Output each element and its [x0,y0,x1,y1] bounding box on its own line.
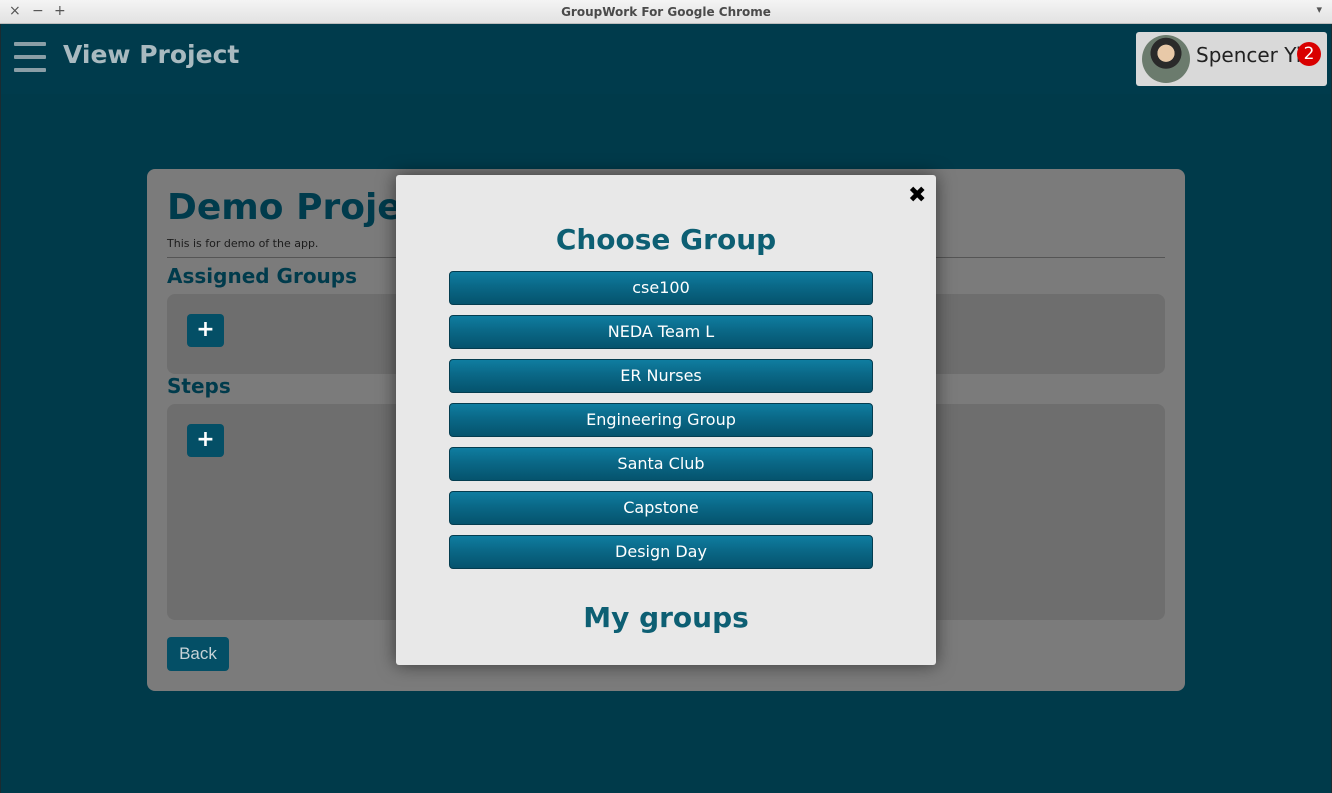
app-header: View Project Spencer Yi 2 [1,24,1331,94]
assigned-groups-heading: Assigned Groups [167,264,358,288]
window-title: GroupWork For Google Chrome [561,5,771,19]
window-titlebar: × − + GroupWork For Google Chrome ▾ [0,0,1332,24]
group-button-er-nurses[interactable]: ER Nurses [449,359,873,393]
group-button-cse100[interactable]: cse100 [449,271,873,305]
project-description: This is for demo of the app. [167,237,319,250]
avatar [1142,35,1190,83]
hamburger-menu-icon[interactable] [14,42,46,72]
user-menu[interactable]: Spencer Yi 2 [1136,32,1327,86]
my-groups-heading: My groups [583,601,749,634]
group-button-neda-team-l[interactable]: NEDA Team L [449,315,873,349]
page-title: View Project [63,40,240,69]
back-button[interactable]: Back [167,637,229,671]
window-frame-left [0,24,1,793]
group-button-design-day[interactable]: Design Day [449,535,873,569]
group-button-engineering-group[interactable]: Engineering Group [449,403,873,437]
close-icon[interactable]: ✖ [908,184,926,208]
user-name: Spencer Yi [1196,43,1302,67]
add-step-button[interactable]: + [187,424,224,457]
add-group-button[interactable]: + [187,314,224,347]
group-button-santa-club[interactable]: Santa Club [449,447,873,481]
modal-title: Choose Group [555,223,777,256]
choose-group-modal: ✖ Choose Group cse100 NEDA Team L ER Nur… [396,175,936,665]
window-menu-icon[interactable]: ▾ [1316,3,1322,16]
notification-badge[interactable]: 2 [1297,42,1321,66]
group-button-capstone[interactable]: Capstone [449,491,873,525]
steps-heading: Steps [167,374,231,398]
